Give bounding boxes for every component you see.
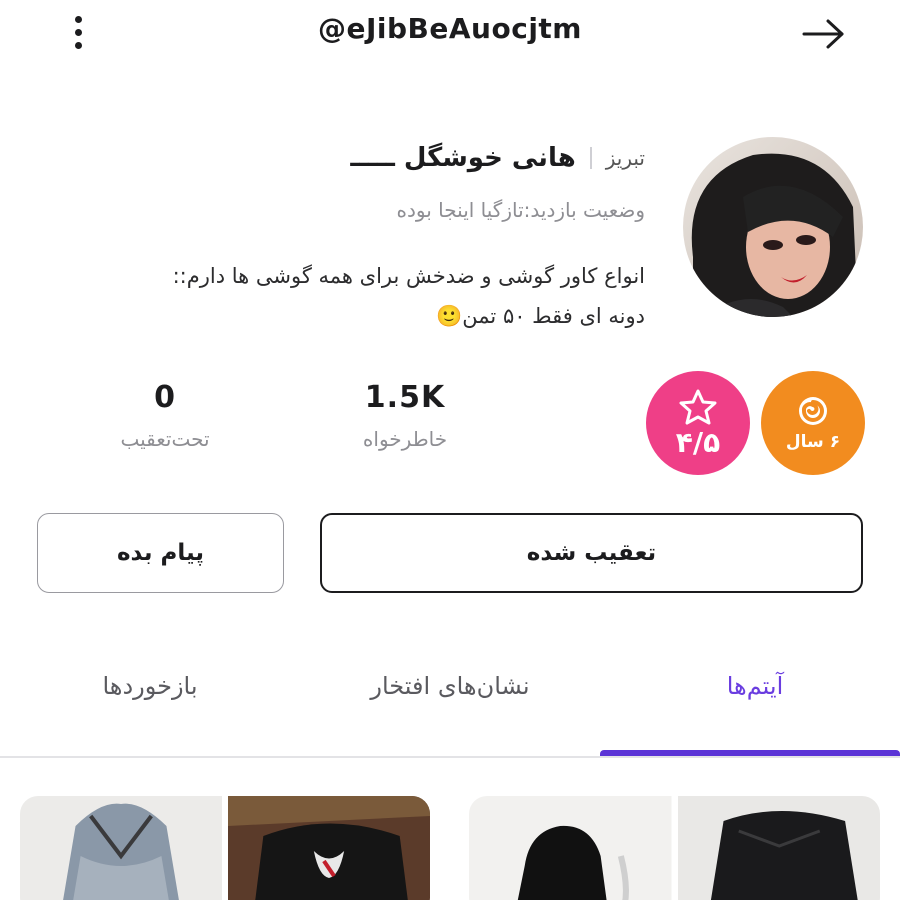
rating-badge[interactable]: ۴/۵ <box>646 371 750 475</box>
spiral-icon <box>799 397 827 425</box>
city-label: تبریز <box>605 146 645 170</box>
following-count: 0 <box>154 380 176 415</box>
item-thumbnail <box>20 796 222 900</box>
followers-count: 1.5K <box>364 380 446 415</box>
tab-feedback[interactable]: بازخوردها <box>70 672 230 700</box>
bio-line: انواع کاور گوشی و ضدخش برای همه گوشی ها … <box>172 264 645 288</box>
following-label: تحت‌تعقیب <box>120 427 210 451</box>
bio: انواع کاور گوشی و ضدخش برای همه گوشی ها … <box>105 256 645 336</box>
divider <box>0 756 900 758</box>
rating-label: ۴/۵ <box>675 425 721 459</box>
membership-years-badge[interactable]: ۶ سال <box>761 371 865 475</box>
tab-badges[interactable]: نشان‌های افتخار <box>330 672 570 700</box>
followers-stat[interactable]: 1.5K خاطرخواه <box>315 380 495 451</box>
more-vertical-icon[interactable] <box>58 10 98 54</box>
star-icon <box>679 389 717 424</box>
years-label: ۶ سال <box>785 432 841 452</box>
message-button[interactable]: پیام بده <box>37 513 284 593</box>
tab-items[interactable]: آیتم‌ها <box>700 672 810 700</box>
arrow-right-icon[interactable] <box>796 12 852 56</box>
top-bar: @eJibBeAuocjtm <box>0 0 900 64</box>
item-thumbnail <box>677 796 880 900</box>
item-card[interactable] <box>469 796 880 900</box>
visit-status: وضعیت بازدید:تازگیا اینجا بوده <box>396 198 645 222</box>
avatar[interactable] <box>683 137 863 317</box>
followers-label: خاطرخواه <box>362 427 448 451</box>
item-card[interactable] <box>20 796 430 900</box>
follow-button[interactable]: تعقیب شده <box>320 513 863 593</box>
profile-username: @eJibBeAuocjtm <box>318 12 582 45</box>
following-stat[interactable]: 0 تحت‌تعقیب <box>75 380 255 451</box>
divider <box>589 147 592 169</box>
name-row: هانی خوشگل ـــــ تبریز <box>350 143 645 173</box>
bio-line: دونه ای فقط ۵۰ تمن🙂 <box>436 304 645 328</box>
item-thumbnail <box>228 796 430 900</box>
display-name: هانی خوشگل ـــــ <box>350 143 576 173</box>
profile-tabs: آیتم‌ها نشان‌های افتخار بازخوردها <box>0 650 900 760</box>
item-thumbnail <box>469 796 672 900</box>
